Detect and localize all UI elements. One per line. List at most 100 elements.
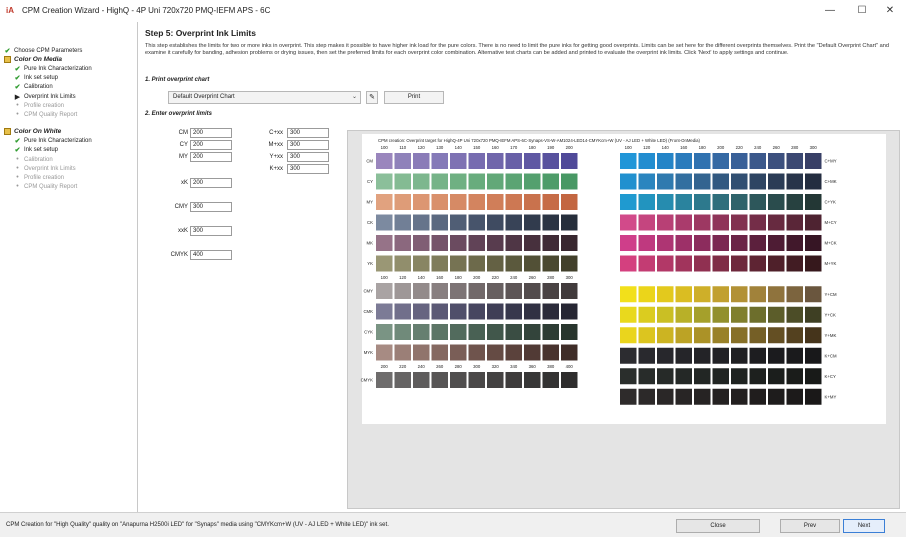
color-patch	[394, 344, 411, 361]
limit-input[interactable]: 200	[190, 178, 232, 188]
color-patch	[542, 214, 559, 231]
limit-input[interactable]: 300	[287, 152, 329, 162]
color-patch	[431, 153, 448, 169]
sidebar-item[interactable]: • Profile creation	[14, 173, 64, 182]
color-patch	[657, 327, 674, 344]
chart-title: CPM creation: Overprint target for HighQ…	[378, 138, 701, 143]
col-header: 120	[399, 275, 407, 280]
minimize-button[interactable]: —	[818, 3, 842, 19]
color-patch	[675, 327, 692, 344]
sidebar-item[interactable]: • Profile creation	[14, 101, 64, 110]
next-button[interactable]: Next	[843, 519, 885, 533]
limit-label: K+xx	[269, 166, 283, 172]
color-patch	[620, 306, 637, 323]
color-patch	[376, 283, 393, 299]
sidebar-item[interactable]: ✔ Pure Ink Characterization	[14, 64, 92, 73]
color-patch	[394, 283, 411, 299]
sidebar-item-label: Pure Ink Characterization	[24, 137, 92, 144]
stage-icon	[4, 128, 11, 135]
color-patch	[487, 344, 504, 361]
sidebar-item[interactable]: • Overprint Ink Limits	[14, 164, 75, 173]
col-header: 200	[566, 145, 574, 150]
limit-input[interactable]: 200	[190, 152, 232, 162]
arrow-icon: ▶	[14, 93, 21, 101]
color-patch	[712, 388, 729, 405]
col-header: 280	[791, 145, 799, 150]
limit-input[interactable]: 300	[190, 226, 232, 236]
color-patch	[413, 344, 430, 361]
color-patch	[524, 255, 541, 272]
color-patch	[731, 347, 748, 364]
chart-select[interactable]: Default Overprint Chart ⌄	[168, 91, 361, 104]
color-patch	[731, 173, 748, 190]
prev-button[interactable]: Prev	[780, 519, 840, 533]
color-patch	[524, 283, 541, 299]
print-button[interactable]: Print	[384, 91, 444, 104]
color-patch	[542, 324, 559, 340]
color-patch	[657, 368, 674, 385]
sidebar-item[interactable]: ✔ Calibration	[14, 82, 53, 91]
limit-input[interactable]: 400	[190, 250, 232, 260]
color-patch	[749, 286, 766, 303]
color-patch	[657, 153, 674, 169]
color-patch	[542, 153, 559, 169]
sidebar-item[interactable]: ▶ Overprint Ink Limits	[14, 92, 76, 101]
limit-label: xxK	[177, 228, 188, 234]
sidebar-item-label: Pure Ink Characterization	[24, 65, 92, 72]
row-label: K+CY	[825, 374, 836, 379]
limit-input[interactable]: 300	[287, 164, 329, 174]
color-patch	[786, 153, 803, 169]
color-patch	[524, 303, 541, 320]
sidebar-item[interactable]: • CPM Quality Report	[14, 110, 77, 119]
color-patch	[620, 255, 637, 272]
color-patch	[768, 347, 785, 364]
color-patch	[731, 327, 748, 344]
row-label: MK	[367, 241, 374, 246]
col-header: 200	[473, 275, 481, 280]
color-patch	[731, 388, 748, 405]
sidebar-item[interactable]: Color On White	[4, 127, 61, 136]
color-patch	[768, 388, 785, 405]
color-patch	[376, 194, 393, 210]
sidebar-item[interactable]: ✔ Ink set setup	[14, 145, 58, 154]
color-patch	[450, 153, 467, 169]
row-label: M+CK	[825, 241, 837, 246]
color-patch	[376, 235, 393, 251]
close-button[interactable]: Close	[676, 519, 760, 533]
sidebar-item[interactable]: ✔ Ink set setup	[14, 73, 58, 82]
color-patch	[542, 372, 559, 388]
sidebar-item[interactable]: • Calibration	[14, 155, 52, 164]
color-patch	[712, 235, 729, 251]
color-patch	[431, 214, 448, 231]
color-patch	[505, 324, 522, 340]
limit-input[interactable]: 200	[190, 140, 232, 150]
color-patch	[657, 235, 674, 251]
col-header: 110	[399, 145, 406, 150]
color-patch	[675, 214, 692, 231]
limit-input[interactable]: 300	[287, 140, 329, 150]
color-patch	[620, 327, 637, 344]
sidebar-item[interactable]: ✔ Pure Ink Characterization	[14, 136, 92, 145]
color-patch	[394, 194, 411, 210]
col-header: 180	[529, 145, 537, 150]
sidebar-item[interactable]: Color On Media	[4, 55, 62, 64]
step-description: This step establishes the limits for two…	[145, 43, 889, 56]
sidebar-item-label: CPM Quality Report	[24, 183, 78, 190]
col-header: 200	[717, 145, 725, 150]
limit-input[interactable]: 300	[190, 202, 232, 212]
row-label: Y+CK	[825, 312, 836, 317]
limit-input[interactable]: 200	[190, 128, 232, 138]
limit-input[interactable]: 300	[287, 128, 329, 138]
color-patch	[731, 306, 748, 323]
color-patch	[768, 173, 785, 190]
maximize-button[interactable]: ☐	[850, 3, 874, 19]
sidebar-item[interactable]: ✔ Choose CPM Parameters	[4, 46, 83, 55]
color-patch	[638, 306, 655, 323]
sidebar-item[interactable]: • CPM Quality Report	[14, 182, 77, 191]
close-window-button[interactable]: ✕	[878, 3, 902, 19]
color-patch	[376, 153, 393, 169]
color-patch	[431, 173, 448, 190]
check-icon: ✔	[14, 137, 21, 145]
edit-chart-button[interactable]: ✎	[366, 91, 378, 104]
col-header: 180	[699, 145, 707, 150]
